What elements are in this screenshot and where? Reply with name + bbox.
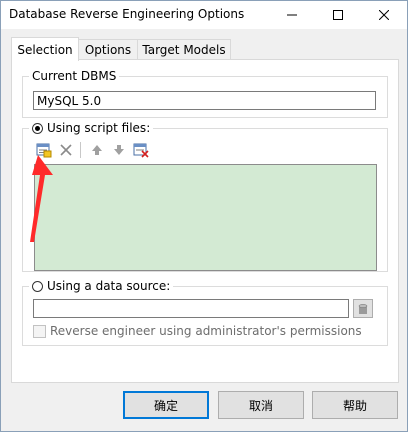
toolbar-separator xyxy=(80,142,81,158)
dialog-window: Database Reverse Engineering Options Sel… xyxy=(0,0,408,432)
database-icon xyxy=(358,303,368,314)
current-dbms-field[interactable]: MySQL 5.0 xyxy=(33,91,376,110)
script-files-radio[interactable] xyxy=(32,122,43,134)
tab-selection[interactable]: Selection xyxy=(11,37,79,61)
maximize-icon xyxy=(333,10,343,20)
browse-data-source-button[interactable] xyxy=(353,299,373,318)
script-files-option[interactable]: Using script files: xyxy=(29,121,154,135)
minimize-icon xyxy=(287,14,297,16)
current-dbms-group: Current DBMS MySQL 5.0 xyxy=(22,69,388,118)
close-icon xyxy=(379,10,389,20)
maximize-button[interactable] xyxy=(315,1,361,29)
data-source-field[interactable] xyxy=(33,299,349,318)
ok-button[interactable]: 确定 xyxy=(123,391,209,419)
delete-icon[interactable] xyxy=(58,142,74,158)
annotation-arrow xyxy=(30,155,53,242)
data-source-group: Using a data source: Reverse engineer us… xyxy=(22,279,388,346)
close-button[interactable] xyxy=(361,1,407,29)
cancel-button[interactable]: 取消 xyxy=(218,391,304,419)
script-files-list[interactable] xyxy=(34,164,377,271)
window-title: Database Reverse Engineering Options xyxy=(9,7,245,21)
tab-target-models[interactable]: Target Models xyxy=(137,39,231,60)
move-down-icon[interactable] xyxy=(111,142,127,158)
admin-permissions-label: Reverse engineer using administrator's p… xyxy=(50,324,362,338)
tab-options[interactable]: Options xyxy=(78,39,138,60)
help-button[interactable]: 帮助 xyxy=(312,391,398,419)
admin-permissions-checkbox[interactable] xyxy=(33,324,46,338)
minimize-button[interactable] xyxy=(269,1,315,29)
admin-permissions-option[interactable]: Reverse engineer using administrator's p… xyxy=(33,324,362,338)
data-source-label: Using a data source: xyxy=(47,279,171,293)
clear-list-icon[interactable] xyxy=(133,142,149,158)
current-dbms-legend: Current DBMS xyxy=(29,69,120,83)
script-files-label: Using script files: xyxy=(47,121,151,135)
selection-panel: Current DBMS MySQL 5.0 Using script file… xyxy=(11,59,399,383)
move-up-icon[interactable] xyxy=(89,142,105,158)
title-bar: Database Reverse Engineering Options xyxy=(1,1,407,29)
